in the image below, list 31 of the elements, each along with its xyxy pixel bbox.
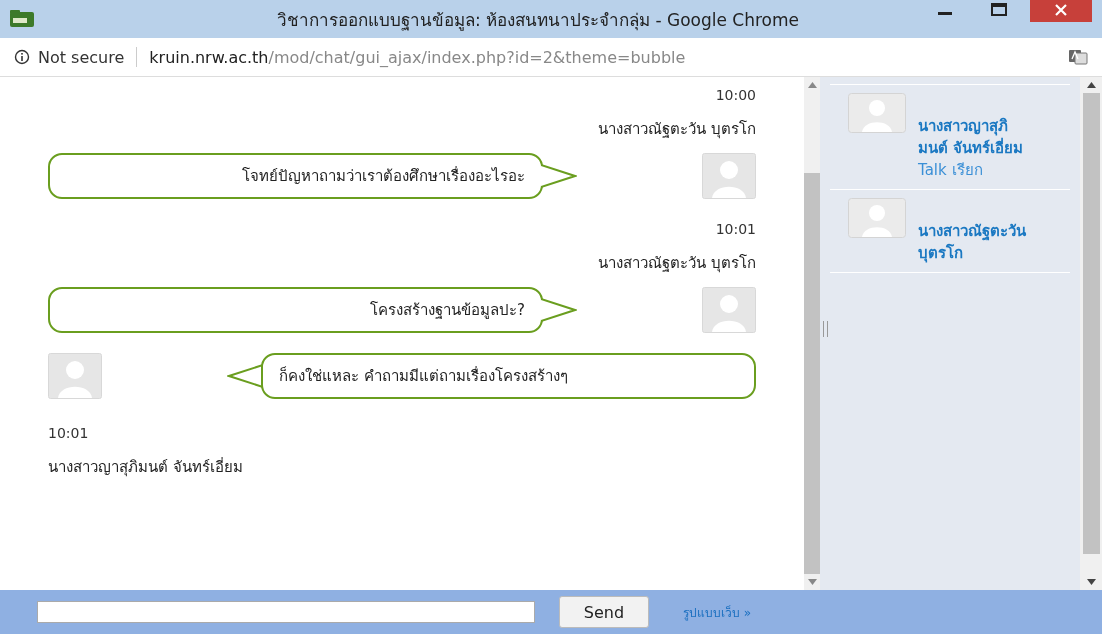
avatar-icon bbox=[848, 198, 906, 238]
message-text: โครงสร้างฐานข้อมูลปะ? bbox=[370, 300, 525, 321]
sender-name: นางสาวญาสุภิมนต์ จันทร์เอี่ยม bbox=[48, 457, 243, 479]
avatar-icon bbox=[702, 287, 756, 333]
scroll-up-icon[interactable] bbox=[1086, 82, 1096, 88]
message-time: 10:01 bbox=[48, 424, 89, 443]
sender-name: นางสาวณัฐตะวัน บุตรโก bbox=[598, 119, 756, 141]
avatar-icon bbox=[48, 353, 102, 399]
scroll-down-icon[interactable] bbox=[1086, 579, 1096, 585]
message-time: 10:00 bbox=[715, 86, 756, 105]
window-title: วิชาการออกแบบฐานข้อมูล: ห้องสนทนาประจำกลุ่ม - Google Chrome bbox=[275, 8, 801, 33]
avatar-icon bbox=[702, 153, 756, 199]
send-button[interactable]: Send bbox=[559, 596, 649, 628]
message-text: โจทย์ปัญหาถามว่าเราต้องศึกษาเรื่องอะไรอะ bbox=[242, 165, 525, 187]
message-input[interactable] bbox=[37, 601, 535, 623]
info-icon[interactable] bbox=[14, 49, 30, 65]
url-text[interactable]: kruin.nrw.ac.th/mod/chat/gui_ajax/index.php?id=2&theme=bubble bbox=[149, 47, 686, 67]
scrollbar[interactable] bbox=[1080, 77, 1102, 590]
close-icon[interactable] bbox=[1030, 0, 1092, 22]
user-name-link[interactable]: นางสาวณัฐตะวัน บุตรโก bbox=[918, 220, 1036, 264]
translate-icon[interactable] bbox=[1068, 49, 1088, 65]
beep-link[interactable]: เรียก bbox=[951, 159, 983, 181]
avatar-icon bbox=[848, 93, 906, 133]
web-format-link[interactable]: รูปแบบเว็บ » bbox=[683, 602, 752, 622]
security-label[interactable]: Not secure bbox=[38, 47, 125, 67]
talk-link[interactable]: Talk bbox=[918, 159, 947, 181]
user-name-link[interactable]: นางสาวญาสุภิมนต์ จันทร์เอี่ยม bbox=[918, 115, 1036, 159]
message-text: ก็คงใช่แหละ คำถามมีแต่ถามเรื่องโครงสร้างๆ bbox=[279, 365, 568, 387]
app-icon bbox=[10, 10, 34, 28]
sender-name: นางสาวณัฐตะวัน บุตรโก bbox=[598, 253, 756, 275]
message-time: 10:01 bbox=[715, 220, 756, 239]
